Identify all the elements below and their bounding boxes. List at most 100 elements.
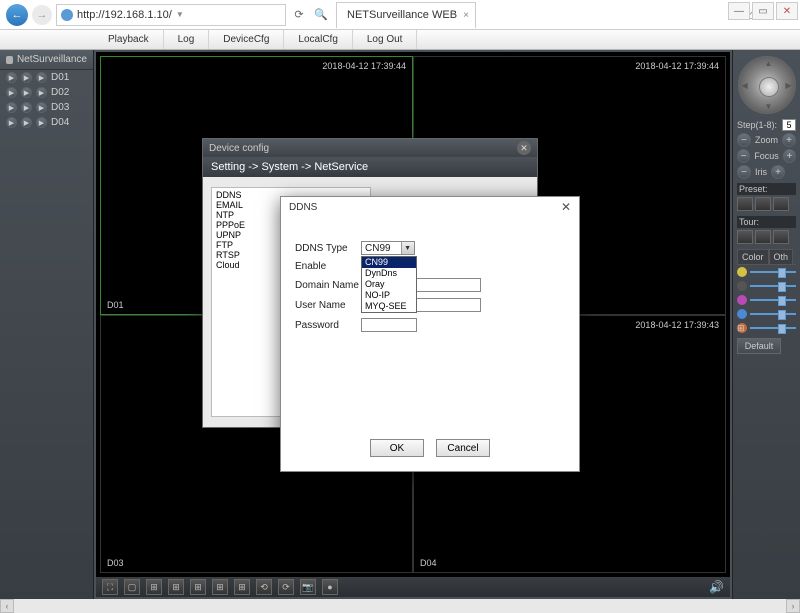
site-icon: [61, 9, 73, 21]
play-icon[interactable]: ▶: [6, 72, 17, 83]
talk-icon[interactable]: ▶: [36, 117, 47, 128]
extra-icon[interactable]: ▶: [21, 102, 32, 113]
refresh-icon[interactable]: ⟳: [290, 4, 308, 26]
address-bar[interactable]: http://192.168.1.10/ ▼: [56, 4, 286, 26]
layout-16-icon[interactable]: ⊞: [190, 579, 206, 595]
dialog-title: Device config: [209, 143, 269, 154]
cam-label: D04: [420, 558, 437, 568]
browser-back[interactable]: ←: [6, 4, 28, 26]
viewer-toolbar: ⛶ ▢ ⊞ ⊞ ⊞ ⊞ ⊞ ⟲ ⟳ 📷 ● 🔊: [96, 577, 730, 597]
tour-prev-icon[interactable]: [737, 230, 753, 244]
browser-forward[interactable]: →: [32, 5, 52, 25]
ddns-type-value: CN99: [365, 243, 391, 254]
snapshot-icon[interactable]: 📷: [300, 579, 316, 595]
cam-label: D01: [107, 300, 124, 310]
tab-other[interactable]: Oth: [769, 249, 794, 264]
disconnect-all-icon[interactable]: ⟳: [278, 579, 294, 595]
preset-add-icon[interactable]: [773, 197, 789, 211]
ddns-option[interactable]: Oray: [362, 279, 416, 290]
connect-all-icon[interactable]: ⟲: [256, 579, 272, 595]
preset-next-icon[interactable]: [755, 197, 771, 211]
channel-row[interactable]: ▶ ▶ ▶ D03: [0, 100, 93, 115]
ddns-type-select[interactable]: CN99 ▼ CN99 DynDns Oray NO-IP MYQ-SEE: [361, 241, 415, 255]
ptz-left-icon[interactable]: ◀: [742, 81, 748, 90]
extra-icon[interactable]: ▶: [21, 72, 32, 83]
play-icon[interactable]: ▶: [6, 102, 17, 113]
win-close[interactable]: ✕: [776, 2, 798, 20]
dialog-close-icon[interactable]: ✕: [517, 141, 531, 155]
layout-36-icon[interactable]: ⊞: [234, 579, 250, 595]
tab-color[interactable]: Color: [737, 249, 769, 264]
grid-icon: ⊞: [737, 323, 747, 333]
zoom-in-icon[interactable]: +: [782, 133, 796, 147]
saturation-slider[interactable]: [750, 299, 796, 301]
scroll-right-icon[interactable]: ›: [786, 599, 800, 613]
record-all-icon[interactable]: ●: [322, 579, 338, 595]
ptz-up-icon[interactable]: ▲: [765, 59, 773, 68]
iris-in-icon[interactable]: +: [771, 165, 785, 179]
hue-icon: [737, 309, 747, 319]
extra-icon[interactable]: ▶: [21, 117, 32, 128]
tab-logout[interactable]: Log Out: [353, 30, 418, 49]
win-minimize[interactable]: —: [728, 2, 750, 20]
ddns-option[interactable]: CN99: [362, 257, 416, 268]
browser-tab[interactable]: NETSurveillance WEB ×: [336, 2, 476, 28]
tab-playback[interactable]: Playback: [94, 30, 164, 49]
layout-9-icon[interactable]: ⊞: [168, 579, 184, 595]
fullscreen-icon[interactable]: ⛶: [102, 579, 118, 595]
play-icon[interactable]: ▶: [6, 87, 17, 98]
tab-close-icon[interactable]: ×: [463, 10, 469, 21]
ptz-right-icon[interactable]: ▶: [785, 81, 791, 90]
url-text: http://192.168.1.10/: [77, 9, 172, 21]
horizontal-scrollbar[interactable]: ‹ ›: [0, 599, 800, 613]
preset-prev-icon[interactable]: [737, 197, 753, 211]
cancel-button[interactable]: Cancel: [436, 439, 490, 457]
tab-devicecfg[interactable]: DeviceCfg: [209, 30, 284, 49]
default-button[interactable]: Default: [737, 338, 781, 354]
talk-icon[interactable]: ▶: [36, 87, 47, 98]
ddns-close-icon[interactable]: ✕: [561, 200, 571, 214]
ok-button[interactable]: OK: [370, 439, 424, 457]
stop-icon[interactable]: 🔍: [312, 4, 330, 26]
layout-1-icon[interactable]: ▢: [124, 579, 140, 595]
zoom-out-icon[interactable]: −: [737, 133, 751, 147]
play-icon[interactable]: ▶: [6, 117, 17, 128]
layout-25-icon[interactable]: ⊞: [212, 579, 228, 595]
hue-slider[interactable]: [750, 313, 796, 315]
url-dropdown-icon: ▼: [176, 10, 184, 19]
zoom-label: Zoom: [755, 135, 778, 145]
preset-header: Preset:: [737, 183, 796, 195]
channel-row[interactable]: ▶ ▶ ▶ D01: [0, 70, 93, 85]
channel-row[interactable]: ▶ ▶ ▶ D02: [0, 85, 93, 100]
ddns-type-dropdown: CN99 DynDns Oray NO-IP MYQ-SEE: [361, 256, 417, 313]
step-input[interactable]: 5: [782, 119, 796, 131]
channel-label: D04: [51, 117, 69, 128]
tour-next-icon[interactable]: [755, 230, 771, 244]
brightness-slider[interactable]: [750, 271, 796, 273]
tour-play-icon[interactable]: [773, 230, 789, 244]
focus-out-icon[interactable]: −: [737, 149, 750, 163]
password-label: Password: [295, 320, 361, 331]
user-label: User Name: [295, 300, 361, 311]
ddns-option[interactable]: MYQ-SEE: [362, 301, 416, 312]
ddns-option[interactable]: NO-IP: [362, 290, 416, 301]
ptz-wheel[interactable]: ▲ ▼ ◀ ▶: [738, 56, 796, 114]
extra-icon[interactable]: ▶: [21, 87, 32, 98]
ptz-down-icon[interactable]: ▼: [765, 102, 773, 111]
iris-out-icon[interactable]: −: [737, 165, 751, 179]
scroll-left-icon[interactable]: ‹: [0, 599, 14, 613]
timestamp: 2018-04-12 17:39:44: [322, 61, 406, 71]
win-restore[interactable]: ▭: [752, 2, 774, 20]
talk-icon[interactable]: ▶: [36, 102, 47, 113]
tab-log[interactable]: Log: [164, 30, 210, 49]
contrast-slider[interactable]: [750, 285, 796, 287]
layout-4-icon[interactable]: ⊞: [146, 579, 162, 595]
sharpness-slider[interactable]: [750, 327, 796, 329]
focus-in-icon[interactable]: +: [783, 149, 796, 163]
channel-row[interactable]: ▶ ▶ ▶ D04: [0, 115, 93, 130]
speaker-icon[interactable]: 🔊: [709, 580, 724, 594]
talk-icon[interactable]: ▶: [36, 72, 47, 83]
password-input[interactable]: [361, 318, 417, 332]
tab-localcfg[interactable]: LocalCfg: [284, 30, 352, 49]
ddns-option[interactable]: DynDns: [362, 268, 416, 279]
